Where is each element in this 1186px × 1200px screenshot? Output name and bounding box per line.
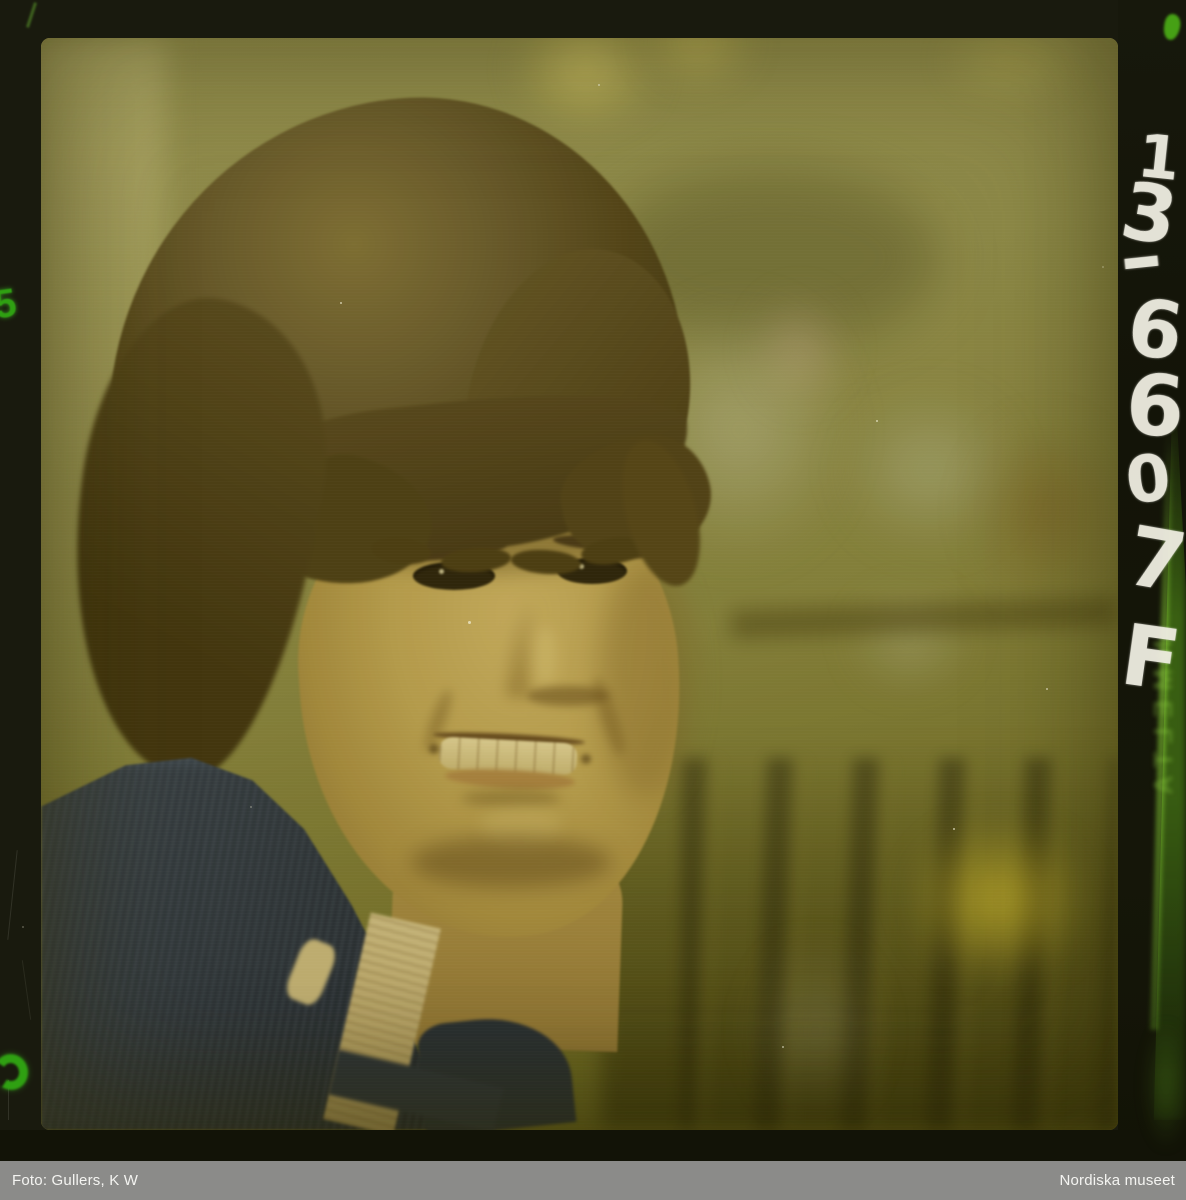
dust-speck <box>22 926 24 928</box>
film-scan: 5 NMELTA 1 3 - 6 6 0 7 F Foto: Gullers, … <box>0 0 1186 1200</box>
frame-number-char: F <box>1116 612 1185 703</box>
photographer-credit: Foto: Gullers, K W <box>12 1172 138 1189</box>
film-border-bottom <box>0 1130 1186 1161</box>
green-light-leak-glow <box>1146 1020 1186 1150</box>
vignette <box>41 38 1118 1130</box>
frame-number-char: 6 <box>1123 362 1186 450</box>
film-scratch <box>7 850 17 940</box>
portrait-photo <box>41 38 1118 1130</box>
green-edge-number: 5 <box>0 281 19 329</box>
credit-bar: Foto: Gullers, K W Nordiska museet <box>0 1161 1186 1200</box>
film-scratch <box>22 960 31 1020</box>
green-edge-tick <box>26 2 37 28</box>
green-edge-arc-mark <box>0 1051 31 1093</box>
dust-speck <box>1102 266 1104 268</box>
frame-number-char: 0 <box>1123 446 1174 514</box>
museum-credit: Nordiska museet <box>1059 1172 1175 1189</box>
